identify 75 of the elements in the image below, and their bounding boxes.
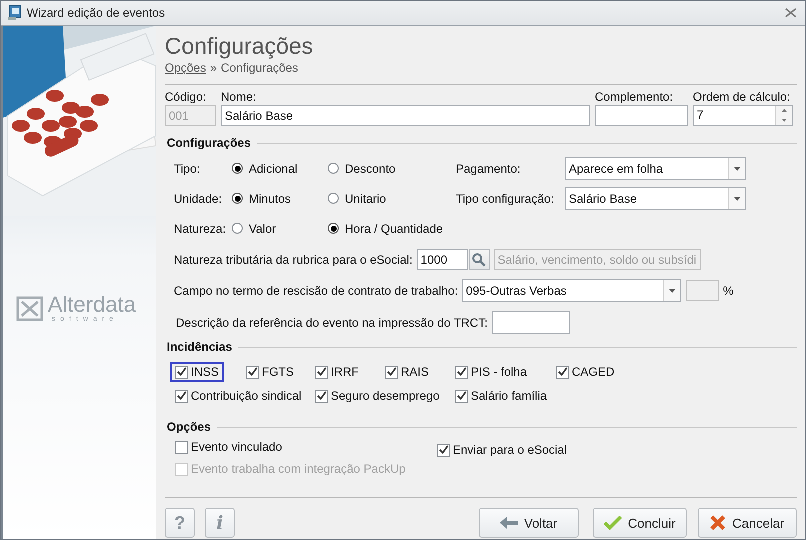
field-label: Pagamento: bbox=[456, 160, 522, 178]
dropdown-arrow-icon bbox=[734, 196, 740, 200]
check-icon bbox=[316, 391, 326, 401]
radio-button[interactable]: Minutos bbox=[232, 192, 292, 206]
order-spinner[interactable]: 7 bbox=[693, 105, 793, 126]
field-label: Natureza tributária da rubrica para o eSocial: bbox=[174, 252, 413, 266]
field-label: Descrição da referência do evento na impressão do TRCT: bbox=[176, 316, 488, 330]
left-arrow-icon bbox=[500, 517, 518, 529]
x-icon bbox=[710, 515, 726, 531]
check-icon bbox=[558, 367, 568, 377]
section-title: Incidências bbox=[167, 340, 232, 354]
section-title: Configurações bbox=[167, 136, 252, 150]
dropdown-arrow-icon bbox=[668, 288, 676, 292]
field-label: Tipo configuração: bbox=[456, 190, 556, 208]
radio-button[interactable]: Hora / Quantidade bbox=[328, 222, 444, 236]
radio-button[interactable]: Unitario bbox=[328, 192, 386, 206]
check-icon bbox=[604, 516, 622, 530]
breadcrumb-separator: » bbox=[210, 61, 218, 75]
complement-field[interactable] bbox=[595, 105, 688, 126]
field-label: Ordem de cálculo: bbox=[693, 90, 792, 104]
checkbox[interactable]: Enviar para o eSocial bbox=[432, 440, 572, 460]
app-icon bbox=[7, 5, 23, 21]
nature-description-field: Salário, vencimento, soldo ou subsídi bbox=[494, 249, 701, 270]
field-label: Complemento: bbox=[595, 90, 674, 104]
field-label: Campo no termo de rescisão de contrato de trabalho: bbox=[174, 284, 458, 298]
percent-sign: % bbox=[723, 284, 734, 298]
trct-description-field[interactable] bbox=[492, 311, 570, 334]
check-icon bbox=[176, 391, 186, 401]
checkbox[interactable]: Evento vinculado bbox=[170, 437, 288, 457]
search-button[interactable] bbox=[468, 249, 490, 270]
dropdown[interactable]: 095-Outras Verbas bbox=[462, 279, 682, 302]
percent-field bbox=[686, 280, 720, 301]
field-label: Nome: bbox=[221, 90, 258, 104]
checkbox[interactable]: FGTS bbox=[241, 362, 299, 382]
check-icon bbox=[438, 445, 448, 455]
radio-button[interactable]: Desconto bbox=[328, 162, 396, 176]
check-icon bbox=[176, 367, 186, 377]
down-arrow-icon[interactable] bbox=[782, 118, 786, 122]
section-title: Opções bbox=[167, 420, 212, 434]
dropdown-arrow-icon bbox=[734, 166, 740, 170]
checkbox[interactable]: CAGED bbox=[551, 362, 620, 382]
field-label: Código: bbox=[165, 90, 208, 104]
dropdown[interactable]: Salário Base bbox=[565, 187, 746, 210]
up-arrow-icon[interactable] bbox=[782, 109, 786, 112]
checkbox[interactable]: PIS - folha bbox=[450, 362, 532, 382]
finish-button[interactable]: Concluir bbox=[593, 508, 687, 538]
window-title: Wizard edição de eventos bbox=[27, 6, 166, 20]
check-icon bbox=[248, 367, 258, 377]
checkbox[interactable]: Contribuição sindical bbox=[170, 386, 307, 406]
page-title: Configurações bbox=[165, 32, 314, 60]
checkbox[interactable]: Seguro desemprego bbox=[310, 386, 445, 406]
check-icon bbox=[456, 391, 466, 401]
radio-button[interactable]: Adicional bbox=[232, 162, 298, 176]
checkbox[interactable]: IRRF bbox=[310, 362, 364, 382]
checkbox[interactable]: RAIS bbox=[380, 362, 434, 382]
back-button[interactable]: Voltar bbox=[479, 508, 579, 538]
check-icon bbox=[386, 367, 396, 377]
field-label: Unidade: bbox=[174, 190, 224, 208]
search-icon bbox=[472, 252, 486, 266]
checkbox[interactable]: INSS bbox=[170, 362, 224, 382]
breadcrumb-link[interactable]: Opções bbox=[165, 61, 206, 75]
close-icon[interactable] bbox=[785, 8, 797, 18]
check-icon bbox=[456, 367, 466, 377]
name-field[interactable]: Salário Base bbox=[221, 105, 590, 126]
breadcrumb-current: Configurações bbox=[221, 61, 298, 75]
checkbox[interactable]: Salário família bbox=[450, 386, 552, 406]
cancel-button[interactable]: Cancelar bbox=[698, 508, 797, 538]
field-label: Tipo: bbox=[174, 160, 202, 178]
dropdown[interactable]: Aparece em folha bbox=[565, 157, 746, 180]
logo-name: Alterdata bbox=[48, 294, 136, 316]
check-icon bbox=[316, 367, 326, 377]
radio-button[interactable]: Valor bbox=[232, 222, 276, 236]
field-label: Natureza: bbox=[174, 220, 228, 238]
nature-code-field[interactable]: 1000 bbox=[416, 249, 468, 270]
logo-icon bbox=[16, 296, 44, 322]
